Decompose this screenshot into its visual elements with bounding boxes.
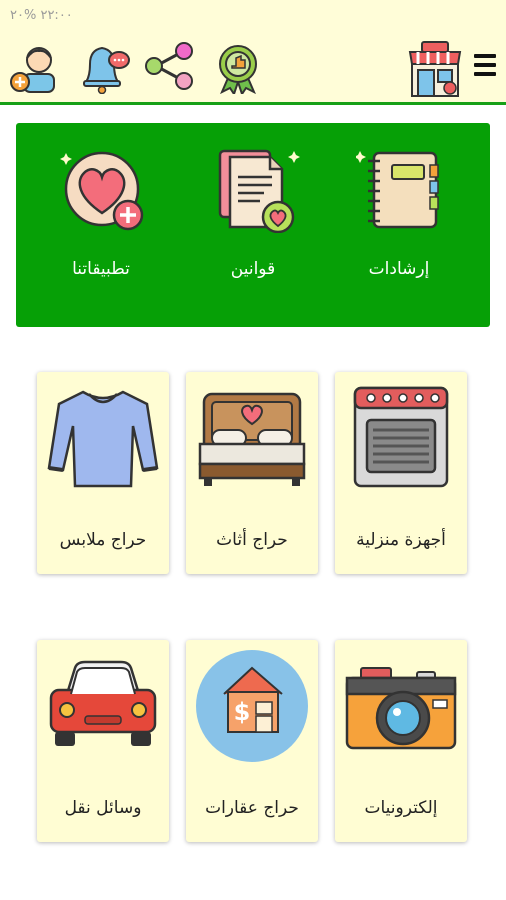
category-label: حراج ملابس bbox=[59, 530, 147, 550]
guidelines-label: إرشادات bbox=[368, 259, 430, 279]
status-time-battery: ٢٢:٠٠ %٢٠ bbox=[10, 8, 73, 23]
guidelines-button[interactable]: إرشادات bbox=[334, 123, 464, 327]
oven-icon bbox=[353, 386, 449, 488]
category-real-estate[interactable]: $ حراج عقارات bbox=[186, 640, 318, 842]
category-label: إلكترونيات bbox=[364, 798, 438, 818]
house-icon: $ bbox=[196, 650, 308, 762]
heart-plus-icon bbox=[60, 151, 144, 231]
our-apps-button[interactable]: تطبيقاتنا bbox=[36, 123, 166, 327]
category-label: أجهزة منزلية bbox=[356, 530, 446, 550]
category-vehicles[interactable]: وسائل نقل bbox=[37, 640, 169, 842]
share-icon[interactable] bbox=[142, 38, 198, 98]
rules-button[interactable]: قوانين bbox=[188, 123, 318, 327]
shirt-icon bbox=[47, 390, 159, 488]
category-label: وسائل نقل bbox=[64, 798, 142, 818]
award-badge-icon[interactable] bbox=[210, 38, 266, 98]
document-heart-icon bbox=[218, 149, 300, 233]
category-label: حراج عقارات bbox=[205, 798, 299, 818]
category-electronics[interactable]: إلكترونيات bbox=[335, 640, 467, 842]
svg-text:$: $ bbox=[234, 698, 251, 726]
bed-icon bbox=[198, 392, 306, 486]
notebook-icon bbox=[356, 151, 439, 229]
category-furniture[interactable]: حراج أثاث bbox=[186, 372, 318, 574]
notification-bell-icon[interactable] bbox=[76, 38, 132, 98]
top-actions-panel: تطبيقاتنا قوانين إرشادات bbox=[16, 123, 490, 327]
category-clothes[interactable]: حراج ملابس bbox=[37, 372, 169, 574]
status-bar: ٢٢:٠٠ %٢٠ bbox=[0, 0, 506, 32]
category-home-appliances[interactable]: أجهزة منزلية bbox=[335, 372, 467, 574]
category-label: حراج أثاث bbox=[216, 530, 288, 550]
car-icon bbox=[49, 660, 157, 746]
profile-add-icon[interactable] bbox=[8, 38, 64, 98]
app-bar bbox=[0, 32, 506, 105]
camera-icon bbox=[345, 667, 457, 750]
store-icon[interactable] bbox=[406, 38, 464, 102]
menu-icon[interactable] bbox=[474, 54, 496, 78]
our-apps-label: تطبيقاتنا bbox=[72, 259, 130, 279]
rules-label: قوانين bbox=[230, 259, 276, 279]
